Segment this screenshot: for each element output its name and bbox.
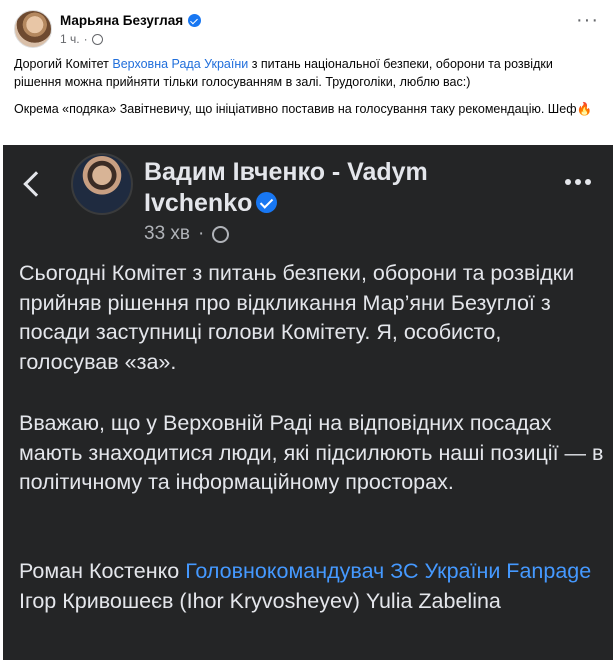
meta-separator: · bbox=[83, 32, 88, 46]
screenshot-paragraph-1: Сьогодні Комітет з питань безпеки, оборо… bbox=[19, 261, 575, 374]
tag-others[interactable]: Ігор Кривошеєв (Ihor Kryvosheyev) Yulia … bbox=[19, 589, 501, 613]
embedded-screenshot: Вадим Івченко - Vadym Ivchenko 33 хв · С… bbox=[3, 145, 613, 660]
p2-text: Окрема «подяка» Завітневичу, що ініціати… bbox=[14, 102, 577, 116]
screenshot-author-text: Вадим Івченко - Vadym Ivchenko bbox=[144, 158, 428, 217]
more-dot bbox=[585, 179, 591, 185]
post-header: Марьяна Безуглая 1 ч. · ··· bbox=[14, 10, 599, 50]
screenshot-more-icon[interactable] bbox=[565, 179, 591, 185]
screenshot-time[interactable]: 33 хв bbox=[144, 223, 190, 245]
back-chevron-icon[interactable] bbox=[23, 171, 49, 197]
post-paragraph-2: Окрема «подяка» Завітневичу, що ініціати… bbox=[14, 100, 603, 118]
p1-text-start: Дорогий Комітет bbox=[14, 57, 113, 71]
globe-icon bbox=[91, 33, 103, 45]
screenshot-paragraph-2: Вважаю, що у Верховній Раді на відповідн… bbox=[19, 411, 604, 494]
screenshot-author-avatar[interactable] bbox=[71, 153, 133, 215]
tag-roman-kostenko[interactable]: Роман Костенко bbox=[19, 559, 185, 583]
screenshot-tags: Роман Костенко Головнокомандувач ЗС Укра… bbox=[19, 557, 604, 616]
post-paragraph-1: Дорогий Комітет Верховна Рада України з … bbox=[14, 55, 603, 91]
post-time[interactable]: 1 ч. bbox=[60, 32, 80, 46]
globe-icon bbox=[212, 225, 230, 243]
more-dot bbox=[565, 179, 571, 185]
verified-badge-icon bbox=[256, 192, 278, 213]
screenshot-meta: 33 хв · bbox=[144, 223, 230, 245]
author-line: Марьяна Безуглая bbox=[60, 13, 202, 28]
verified-badge-icon bbox=[188, 14, 202, 27]
more-dot bbox=[575, 179, 581, 185]
author-name[interactable]: Марьяна Безуглая bbox=[60, 13, 183, 28]
fire-emoji-icon: 🔥 bbox=[576, 102, 593, 116]
more-options-icon[interactable]: ··· bbox=[576, 10, 599, 30]
tag-commander-fanpage[interactable]: Головнокомандувач ЗС України Fanpage bbox=[185, 559, 591, 583]
screenshot-author-name[interactable]: Вадим Івченко - Vadym Ivchenko bbox=[144, 157, 504, 219]
verkhovna-rada-link[interactable]: Верховна Рада України bbox=[112, 57, 248, 71]
screenshot-separator: · bbox=[198, 223, 205, 244]
author-avatar[interactable] bbox=[14, 10, 52, 48]
post-meta: 1 ч. · bbox=[60, 32, 103, 46]
